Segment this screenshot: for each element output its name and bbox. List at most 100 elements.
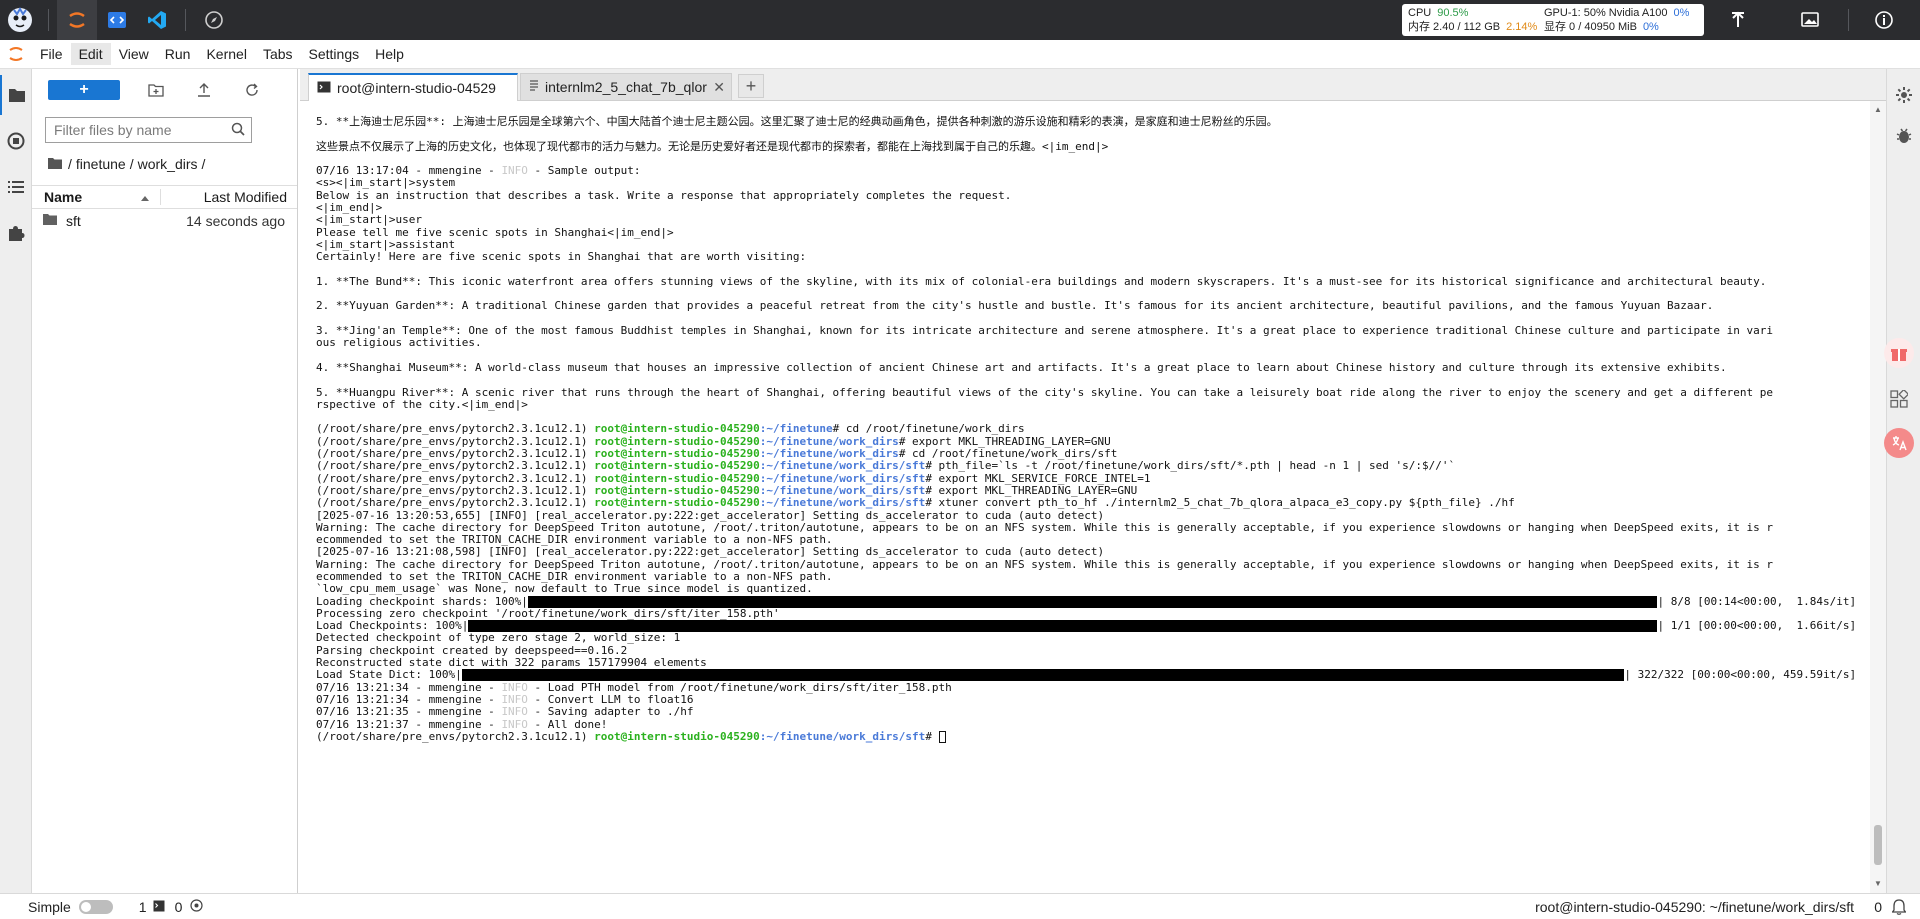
refresh-icon[interactable] bbox=[236, 80, 268, 100]
terminal-text: 5. **Huangpu River**: A scenic river tha… bbox=[316, 385, 1773, 399]
terminal-text: Processing zero checkpoint '/root/finetu… bbox=[316, 606, 780, 620]
terminal-text: 4. **Shanghai Museum**: A world-class mu… bbox=[316, 360, 1727, 374]
terminal-text: ecommended to set the TRITON_CACHE_DIR e… bbox=[316, 569, 833, 583]
prompt-host: root@intern-studio-045290 bbox=[594, 434, 760, 448]
file-filter-box bbox=[45, 117, 252, 143]
menu-view[interactable]: View bbox=[111, 43, 157, 65]
terminal-line: 5. **Huangpu River**: A scenic river tha… bbox=[316, 385, 1866, 399]
menu-tabs[interactable]: Tabs bbox=[255, 43, 301, 65]
terminal-text: ous religious activities. bbox=[316, 336, 482, 350]
log-prefix: 07/16 13:21:37 - mmengine - bbox=[316, 717, 502, 731]
search-icon bbox=[231, 122, 245, 139]
close-icon[interactable]: ✕ bbox=[713, 79, 725, 96]
terminal-scrollbar[interactable]: ▲ ▼ bbox=[1870, 101, 1886, 893]
info-icon[interactable] bbox=[1864, 0, 1904, 40]
terminal-text: 3. **Jing'an Temple**: One of the most f… bbox=[316, 324, 1773, 338]
text-file-icon bbox=[529, 79, 539, 95]
translate-icon[interactable] bbox=[1884, 428, 1914, 458]
new-tab-button[interactable]: + bbox=[738, 74, 764, 98]
screenshot-icon[interactable] bbox=[1790, 0, 1830, 40]
prompt-env: (/root/share/pre_envs/pytorch2.3.1cu12.1… bbox=[316, 434, 595, 448]
tab-config-file[interactable]: internlm2_5_chat_7b_qlora ✕ bbox=[520, 73, 732, 100]
upload-files-icon[interactable] bbox=[188, 80, 220, 100]
progress-suffix: | 322/322 [00:00<00:00, 459.59it/s] bbox=[1624, 668, 1857, 682]
terminal-text: <|im_end|> bbox=[316, 201, 383, 215]
apps-grid-icon[interactable] bbox=[1884, 384, 1914, 414]
divider bbox=[48, 9, 49, 31]
memory-value: 2.14% bbox=[1506, 21, 1538, 33]
document-tab-bar: root@intern-studio-04529 internlm2_5_cha… bbox=[300, 69, 1886, 101]
simple-mode-toggle[interactable] bbox=[78, 899, 113, 914]
breadcrumb-work-dirs[interactable]: work_dirs bbox=[138, 156, 198, 172]
terminal-text: 1. **The Bund**: This iconic waterfront … bbox=[316, 274, 1767, 288]
vram-value: 0% bbox=[1642, 21, 1659, 33]
shell-command: # bbox=[925, 729, 939, 743]
table-of-contents-icon[interactable] bbox=[0, 167, 32, 207]
cpu-label: CPU bbox=[1408, 7, 1432, 19]
terminal-line: <|im_end|> bbox=[316, 201, 1866, 215]
menu-kernel[interactable]: Kernel bbox=[198, 43, 254, 65]
terminal-text: [2025-07-16 13:21:08,598] [INFO] [real_a… bbox=[316, 545, 1105, 559]
progress-prefix: Loading checkpoint shards: 100%| bbox=[316, 594, 528, 608]
terminal-count[interactable]: 1 bbox=[139, 899, 147, 915]
breadcrumb-root[interactable]: / bbox=[68, 156, 72, 172]
scroll-up-icon[interactable]: ▲ bbox=[1874, 105, 1882, 114]
property-inspector-icon[interactable] bbox=[1887, 75, 1920, 115]
gpu-label: GPU-1: 50% Nvidia A100 bbox=[1544, 7, 1668, 19]
terminal-output[interactable]: 5. **上海迪士尼乐园**: 上海迪士尼乐园是全球第六个、中国大陆首个迪士尼主… bbox=[300, 101, 1870, 893]
progress-suffix: | 8/8 [00:14<00:00, 1.84s/it] bbox=[1657, 594, 1857, 608]
file-browser-panel: + / finetune / work_dirs / Name Last Mod… bbox=[32, 69, 298, 893]
terminal-path-label: root@intern-studio-045290: ~/finetune/wo… bbox=[1535, 898, 1854, 915]
jupyter-app-icon[interactable] bbox=[57, 0, 97, 40]
terminal-text: Detected checkpoint of type zero stage 2… bbox=[316, 631, 681, 645]
extensions-puzzle-icon[interactable] bbox=[0, 213, 32, 253]
menu-file[interactable]: File bbox=[32, 43, 71, 65]
compass-icon[interactable] bbox=[194, 0, 234, 40]
prompt-path: :~/finetune/work_dirs/sft bbox=[759, 459, 926, 473]
cpu-value: 90.5% bbox=[1437, 7, 1469, 19]
folder-icon bbox=[48, 156, 62, 172]
upload-icon[interactable] bbox=[1718, 0, 1758, 40]
notification-count[interactable]: 0 bbox=[1874, 899, 1882, 915]
terminal-cursor bbox=[938, 730, 946, 743]
tab-terminal[interactable]: root@intern-studio-04529 bbox=[308, 73, 518, 101]
new-launcher-button[interactable]: + bbox=[48, 80, 120, 100]
file-list-item[interactable]: sft 14 seconds ago bbox=[32, 209, 297, 233]
prompt-env: (/root/share/pre_envs/pytorch2.3.1cu12.1… bbox=[316, 459, 595, 473]
jupyter-logo-icon bbox=[0, 40, 32, 69]
new-folder-icon[interactable] bbox=[140, 80, 172, 100]
prompt-env: (/root/share/pre_envs/pytorch2.3.1cu12.1… bbox=[316, 729, 595, 743]
terminal-text: rspective of the city.<|im_end|> bbox=[316, 397, 528, 411]
file-filter-input[interactable] bbox=[46, 118, 216, 142]
divider bbox=[1848, 9, 1849, 31]
menu-run[interactable]: Run bbox=[157, 43, 199, 65]
prompt-host: root@intern-studio-045290 bbox=[594, 422, 760, 436]
prompt-host: root@intern-studio-045290 bbox=[594, 483, 760, 497]
vscode-icon[interactable] bbox=[137, 0, 177, 40]
breadcrumb-finetune[interactable]: finetune bbox=[76, 156, 126, 172]
memory-label: 内存 2.40 / 112 GB bbox=[1408, 21, 1501, 33]
terminal-text: [2025-07-16 13:20:53,655] [INFO] [real_a… bbox=[316, 508, 1105, 522]
bell-icon[interactable] bbox=[1891, 899, 1907, 918]
terminal-text: `low_cpu_mem_usage` was None, now defaul… bbox=[316, 582, 813, 596]
column-modified-header[interactable]: Last Modified bbox=[160, 189, 297, 205]
gift-icon[interactable] bbox=[1884, 338, 1914, 368]
log-level: INFO bbox=[501, 692, 528, 706]
column-name-header[interactable]: Name bbox=[32, 189, 160, 205]
menu-edit[interactable]: Edit bbox=[70, 43, 111, 65]
code-editor-icon[interactable] bbox=[97, 0, 137, 40]
terminal-line: 3. **Jing'an Temple**: One of the most f… bbox=[316, 324, 1866, 338]
file-name: sft bbox=[66, 213, 81, 229]
running-sessions-icon[interactable] bbox=[0, 121, 32, 161]
terminal-line: Certainly! Here are five scenic spots in… bbox=[316, 251, 1866, 263]
scrollbar-thumb[interactable] bbox=[1874, 825, 1882, 865]
scroll-down-icon[interactable]: ▼ bbox=[1874, 879, 1882, 888]
menu-help[interactable]: Help bbox=[367, 43, 412, 65]
simple-mode-label: Simple bbox=[28, 898, 71, 915]
file-browser-tab-icon[interactable] bbox=[0, 75, 32, 115]
kernel-count[interactable]: 0 bbox=[175, 899, 183, 915]
mascot-logo-icon[interactable] bbox=[0, 0, 40, 40]
debugger-icon[interactable] bbox=[1887, 115, 1920, 155]
menu-settings[interactable]: Settings bbox=[301, 43, 368, 65]
log-prefix: 07/16 13:21:35 - mmengine - bbox=[316, 705, 502, 719]
